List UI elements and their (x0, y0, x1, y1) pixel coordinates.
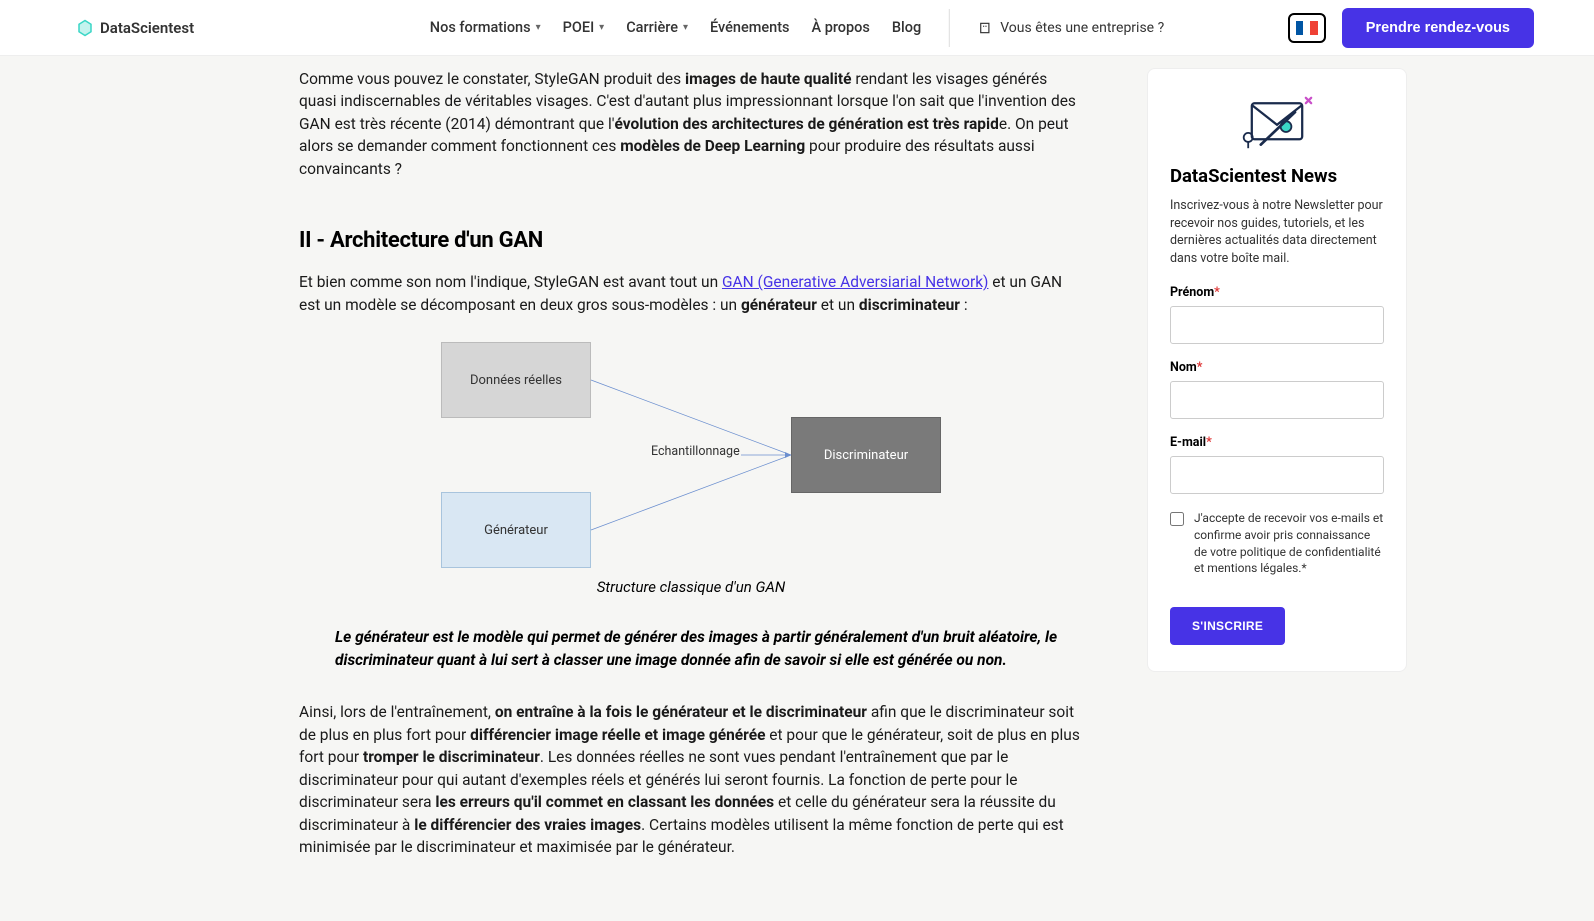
logo-icon (76, 19, 94, 37)
main-nav: Nos formations▾ POEI▾ Carrière▾ Événemen… (430, 9, 1164, 47)
brand-name: DataScientest (100, 19, 194, 37)
email-input[interactable] (1170, 456, 1384, 494)
newsletter-description: Inscrivez-vous à notre Newsletter pour r… (1170, 197, 1384, 267)
language-selector[interactable] (1288, 13, 1326, 43)
form-group-email: E-mail* (1170, 435, 1384, 494)
diagram-box-discriminator: Discriminateur (791, 417, 941, 493)
newsletter-title: DataScientest News (1170, 165, 1384, 187)
consent-checkbox[interactable] (1170, 512, 1184, 526)
cta-rendezvous-button[interactable]: Prendre rendez-vous (1342, 8, 1534, 48)
chevron-down-icon: ▾ (683, 22, 688, 33)
diagram-box-generator: Générateur (441, 492, 591, 568)
email-label: E-mail* (1170, 435, 1384, 450)
gan-diagram: Données réelles Générateur Discriminateu… (441, 342, 941, 572)
newsletter-sidebar: DataScientest News Inscrivez-vous à notr… (1147, 68, 1407, 672)
article-main: Comme vous pouvez le constater, StyleGAN… (299, 68, 1083, 881)
consent-text: J'accepte de recevoir vos e-mails et con… (1194, 510, 1384, 577)
consent-row: J'accepte de recevoir vos e-mails et con… (1170, 510, 1384, 577)
newsletter-illustration (1170, 93, 1384, 153)
chevron-down-icon: ▾ (599, 22, 604, 33)
diagram-box-real-data: Données réelles (441, 342, 591, 418)
site-header: DataScientest Nos formations▾ POEI▾ Carr… (0, 0, 1594, 56)
training-paragraph: Ainsi, lors de l'entraînement, on entraî… (299, 701, 1083, 858)
form-group-nom: Nom* (1170, 360, 1384, 419)
flag-france-icon (1296, 21, 1318, 35)
page-body: Comme vous pouvez le constater, StyleGAN… (147, 56, 1447, 921)
diagram-label-sampling: Echantillonnage (651, 444, 740, 459)
nav-carriere[interactable]: Carrière▾ (626, 19, 688, 36)
gan-link[interactable]: GAN (Generative Adversiarial Network) (722, 273, 988, 291)
building-icon (978, 21, 992, 35)
gan-intro-paragraph: Et bien comme son nom l'indique, StyleGA… (299, 271, 1083, 316)
header-right: Prendre rendez-vous (1288, 8, 1534, 48)
form-group-prenom: Prénom* (1170, 285, 1384, 344)
prenom-input[interactable] (1170, 306, 1384, 344)
enterprise-link[interactable]: Vous êtes une entreprise ? (978, 20, 1164, 36)
nav-apropos[interactable]: À propos (811, 19, 869, 36)
chevron-down-icon: ▾ (536, 22, 541, 33)
subscribe-button[interactable]: S'INSCRIRE (1170, 607, 1285, 645)
nom-input[interactable] (1170, 381, 1384, 419)
nav-formations[interactable]: Nos formations▾ (430, 19, 541, 36)
prenom-label: Prénom* (1170, 285, 1384, 300)
intro-paragraph: Comme vous pouvez le constater, StyleGAN… (299, 68, 1083, 180)
diagram-caption: Structure classique d'un GAN (299, 578, 1083, 596)
section-heading: II - Architecture d'un GAN (299, 228, 1083, 253)
brand-logo[interactable]: DataScientest (76, 19, 194, 37)
nav-evenements[interactable]: Événements (710, 19, 789, 36)
nav-poei[interactable]: POEI▾ (563, 19, 605, 36)
definition-quote: Le générateur est le modèle qui permet d… (335, 626, 1083, 671)
nav-blog[interactable]: Blog (892, 19, 921, 36)
nav-separator (949, 9, 950, 47)
envelope-icon (1232, 93, 1322, 153)
nom-label: Nom* (1170, 360, 1384, 375)
